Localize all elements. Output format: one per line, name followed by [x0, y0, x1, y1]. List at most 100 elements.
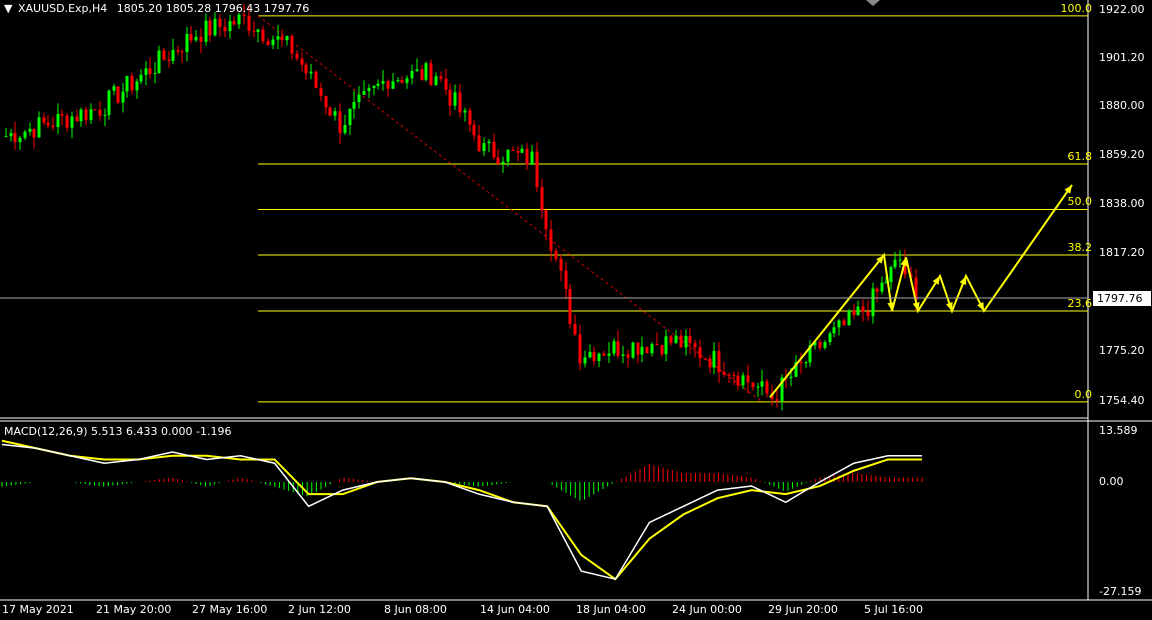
- candle-body: [501, 161, 505, 164]
- candle-body: [189, 34, 193, 41]
- candle-body: [434, 76, 438, 85]
- candle-body: [112, 86, 116, 91]
- candle-body: [578, 334, 582, 364]
- candle-body: [232, 21, 236, 25]
- fib-level-label: 61.8: [1067, 149, 1093, 163]
- candle-body: [458, 92, 462, 113]
- candle-body: [828, 333, 832, 343]
- candle-body: [98, 109, 102, 116]
- candle-body: [276, 36, 280, 40]
- candle-body: [736, 375, 740, 386]
- candle-body: [592, 351, 596, 362]
- candle-body: [93, 109, 97, 111]
- candle-body: [343, 125, 347, 133]
- candle-body: [65, 115, 69, 128]
- price-axis-label: 1901.20: [1099, 51, 1145, 64]
- candle-body: [194, 36, 198, 41]
- time-axis-label: 27 May 16:00: [192, 603, 268, 616]
- candle-body: [482, 143, 486, 152]
- candle-body: [70, 116, 74, 128]
- projection-arrows: [769, 184, 1073, 398]
- candle-body: [511, 149, 515, 151]
- chevron-down-icon[interactable]: ▼: [4, 2, 12, 15]
- candle-body: [328, 107, 332, 116]
- candle-body: [290, 36, 294, 54]
- candle-body: [583, 357, 587, 364]
- chart-header: ▼ XAUUSD.Exp,H4 1805.20 1805.28 1796.43 …: [4, 2, 309, 15]
- candle-body: [352, 101, 356, 109]
- candle-body: [391, 81, 395, 89]
- candle-body: [324, 95, 328, 108]
- candle-body: [530, 151, 534, 165]
- candle-body: [492, 141, 496, 158]
- candle-body: [616, 341, 620, 356]
- arrow-head: [945, 301, 953, 311]
- candle-body: [4, 136, 8, 138]
- candle-body: [261, 29, 265, 42]
- candle-body: [775, 399, 779, 401]
- candle-body: [162, 50, 166, 60]
- candle-body: [107, 90, 111, 115]
- one-click-trading-icon[interactable]: [866, 0, 880, 6]
- candle-body: [400, 80, 404, 83]
- candle-body: [37, 117, 41, 138]
- time-axis-label: 5 Jul 16:00: [864, 603, 923, 616]
- candle-body: [804, 362, 808, 364]
- candle-body: [125, 76, 129, 92]
- candle-body: [28, 128, 32, 132]
- candle-body: [751, 382, 755, 388]
- macd-main-line: [1, 443, 922, 581]
- candle-body: [741, 375, 745, 386]
- candle-body: [121, 91, 125, 103]
- candle-body: [185, 34, 189, 53]
- macd-subwindow: [1, 439, 923, 581]
- candle-body: [453, 92, 457, 106]
- candle-body: [18, 137, 22, 143]
- candle-body: [573, 323, 577, 335]
- candle-body: [367, 87, 371, 92]
- candle-body: [444, 78, 448, 90]
- candle-body: [717, 351, 721, 373]
- candle-body: [56, 114, 60, 128]
- candle-body: [516, 150, 520, 153]
- candle-body: [698, 347, 702, 359]
- candle-body: [338, 111, 342, 133]
- candle-body: [396, 80, 400, 82]
- candle-body: [405, 78, 409, 83]
- candle-body: [626, 354, 630, 358]
- candle-body: [746, 375, 750, 383]
- candle-body: [60, 114, 64, 116]
- price-axis-label: 1817.20: [1099, 246, 1145, 259]
- candle-body: [180, 51, 184, 53]
- price-axis-label: 1859.20: [1099, 148, 1145, 161]
- candle-body: [144, 68, 148, 75]
- candle-body: [588, 351, 592, 358]
- candle-body: [727, 374, 731, 376]
- candle-body: [520, 148, 524, 153]
- candle-body: [32, 128, 36, 138]
- candle-body: [861, 306, 865, 312]
- candle-body: [429, 63, 433, 85]
- fib-level-label: 50.0: [1067, 195, 1093, 209]
- time-axis-label: 17 May 2021: [2, 603, 74, 616]
- candle-body: [765, 381, 769, 394]
- candle-body: [535, 151, 539, 188]
- candle-body: [856, 306, 860, 316]
- candle-body: [837, 320, 841, 328]
- candle-body: [139, 74, 143, 82]
- candle-body: [309, 71, 313, 74]
- candle-body: [420, 69, 424, 80]
- candle-body: [348, 108, 352, 126]
- candle-body: [756, 386, 760, 388]
- candle-body: [247, 15, 251, 31]
- candle-body: [333, 111, 337, 116]
- candle-body: [153, 73, 157, 75]
- candle-body: [674, 335, 678, 343]
- candle-body: [130, 76, 134, 91]
- price-chart-canvas[interactable]: [0, 0, 1152, 620]
- candle-body: [866, 311, 870, 317]
- candle-body: [199, 36, 203, 42]
- candle-body: [703, 358, 707, 360]
- price-axis-label: 1922.00: [1099, 3, 1145, 16]
- price-axis-label: 1838.00: [1099, 197, 1145, 210]
